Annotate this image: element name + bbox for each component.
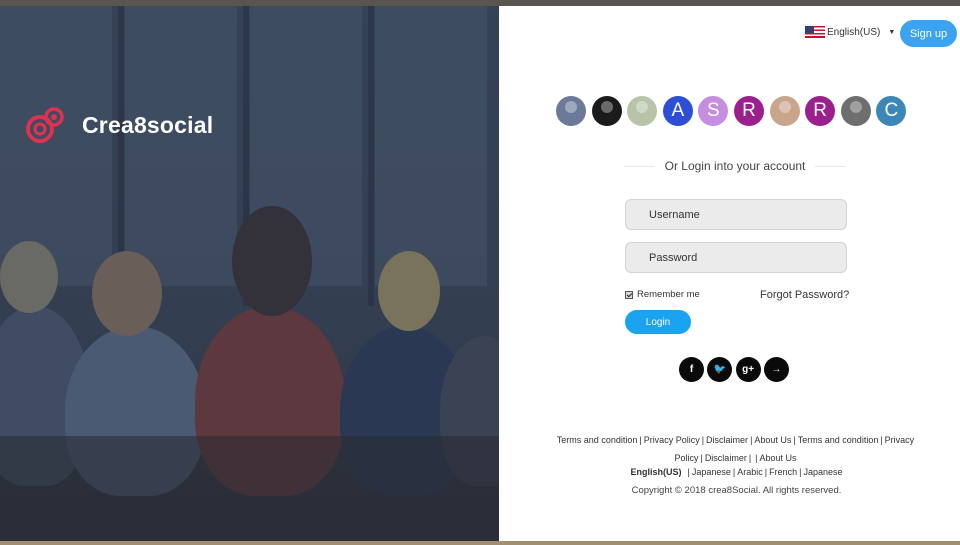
footer-link[interactable]: Disclaimer — [706, 435, 748, 445]
footer-separator: | — [880, 435, 883, 445]
username-input[interactable] — [625, 199, 847, 230]
login-divider-text: Or Login into your account — [664, 159, 806, 173]
avatar-photo — [849, 101, 862, 113]
login-panel: English(US) ▼ Sign up A S R R C Or Login int… — [499, 6, 960, 541]
remember-me[interactable]: Remember me — [625, 289, 700, 300]
forgot-password-link[interactable]: Forgot Password? — [760, 289, 849, 301]
footer-separator: | — [748, 453, 752, 463]
twitter-icon[interactable]: 🐦 — [707, 357, 733, 382]
remember-checkbox[interactable] — [625, 290, 633, 299]
avatar-letter: A — [671, 100, 685, 121]
footer-links: Terms and condition | Privacy Policy | Discl… — [513, 431, 958, 467]
user-avatar[interactable] — [769, 96, 800, 126]
avatar-list: ASRRC — [556, 96, 912, 126]
login-button[interactable]: Login — [625, 310, 691, 334]
password-input[interactable] — [625, 242, 847, 273]
caret-down-icon: ▼ — [888, 28, 896, 36]
footer-separator: | — [732, 467, 736, 477]
login-divider: Or Login into your account — [624, 158, 846, 174]
remember-label: Remember me — [637, 289, 700, 300]
avatar-letter: R — [813, 100, 828, 121]
footer-separator: | — [799, 467, 802, 477]
divider-line — [815, 165, 846, 167]
user-avatar[interactable] — [556, 96, 586, 126]
brand-logo-icon — [25, 105, 65, 145]
arrow-icon[interactable]: → — [763, 357, 789, 382]
brand: Crea8social — [25, 105, 213, 145]
avatar-letter: S — [707, 100, 720, 121]
user-avatar[interactable]: S — [698, 96, 729, 126]
avatar-photo — [600, 101, 613, 113]
footer-language-link[interactable]: French — [769, 467, 797, 477]
avatar-letter: R — [742, 100, 756, 121]
hero-background: Crea8social — [0, 6, 499, 541]
us-flag-icon — [805, 26, 825, 38]
footer-language-link[interactable]: Japanese — [692, 467, 731, 477]
footer-link[interactable]: Terms and condition — [557, 435, 638, 445]
avatar-photo — [778, 101, 791, 113]
signup-button[interactable]: Sign up — [900, 20, 957, 47]
footer-separator: | — [700, 453, 703, 463]
user-avatar[interactable] — [840, 96, 871, 126]
footer-link[interactable]: Privacy Policy — [644, 435, 700, 445]
user-avatar[interactable]: C — [876, 96, 907, 126]
footer-language-active[interactable]: English(US) — [631, 467, 682, 477]
copyright: Copyright © 2018 crea8Social. All rights… — [631, 485, 842, 496]
footer-link[interactable]: About Us — [760, 453, 797, 463]
footer-separator: | — [764, 467, 768, 477]
hero-overlay — [0, 6, 499, 541]
user-avatar[interactable] — [591, 96, 622, 126]
user-avatar[interactable]: R — [733, 96, 764, 126]
user-avatar[interactable]: A — [662, 96, 693, 126]
footer-separator: | — [687, 467, 690, 477]
divider-line — [624, 165, 655, 167]
footer-language-link[interactable]: Arabic — [737, 467, 763, 477]
user-avatar[interactable] — [627, 96, 658, 126]
facebook-icon[interactable]: f — [679, 357, 704, 382]
footer-link[interactable]: Terms and condition — [798, 435, 879, 445]
footer-separator: | — [750, 435, 753, 445]
footer-separator: | — [755, 453, 758, 463]
footer-language-list: English(US) | Japanese | Arabic | French | Japan… — [499, 467, 960, 477]
window-bottom-strip — [0, 541, 960, 545]
avatar-photo — [636, 101, 649, 113]
footer-separator: | — [793, 435, 796, 445]
avatar-letter: C — [884, 100, 899, 121]
user-avatar[interactable]: R — [805, 96, 836, 126]
social-login-list: f 🐦 g+ → — [679, 357, 792, 382]
footer-link[interactable]: About Us — [754, 435, 791, 445]
footer-separator: | — [701, 435, 705, 445]
language-label: English(US) — [827, 26, 881, 38]
footer-link[interactable]: Disclaimer — [705, 453, 747, 463]
footer-language-link[interactable]: Japanese — [803, 467, 842, 477]
avatar-photo — [565, 101, 577, 113]
language-selector[interactable]: English(US) ▼ — [805, 26, 895, 38]
brand-name: Crea8social — [82, 111, 214, 138]
footer-separator: | — [639, 435, 642, 445]
google-plus-icon[interactable]: g+ — [735, 357, 761, 382]
